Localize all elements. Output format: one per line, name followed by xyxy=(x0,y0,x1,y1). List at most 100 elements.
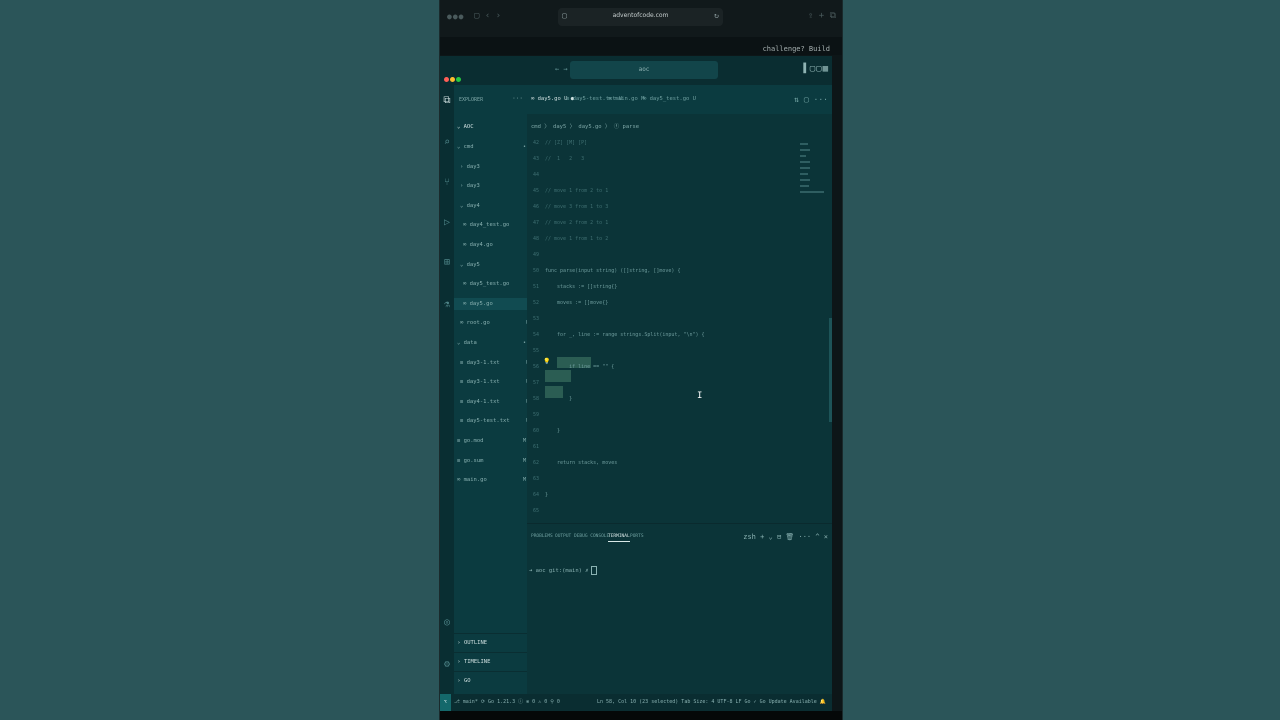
extensions-icon[interactable]: ⊞ xyxy=(442,257,452,268)
right-backdrop xyxy=(841,0,1280,720)
terminal-prompt[interactable]: ➜ aoc git:(main) ✗ xyxy=(529,566,597,575)
tree-root-label: AOC xyxy=(463,124,474,130)
browser-actions-icon[interactable]: ⇪ + ⧉ xyxy=(808,11,836,21)
tree-item[interactable]: ≡ day3-1.txtU xyxy=(454,357,533,369)
line-number: 48 xyxy=(532,236,539,242)
more-icon[interactable]: ··· xyxy=(512,95,523,102)
editor-actions-icon[interactable]: ⇅ ▢ ··· xyxy=(794,95,828,104)
line-number: 56 xyxy=(532,364,539,370)
editor-tabs: ∞ day5.go U ● ≡ day5-test.txt U ∞ main.g… xyxy=(527,85,832,114)
reload-icon[interactable]: ↻ xyxy=(714,11,719,20)
tab-problems[interactable]: PROBLEMS xyxy=(531,534,553,539)
code-editor[interactable]: 💡 42// [Z] [M] [P] 43// 1 2 3 44 45// move … xyxy=(527,138,817,516)
tree-item[interactable]: ∞ day4.goU xyxy=(454,239,536,251)
tree-item-label: day3 xyxy=(466,163,480,170)
status-left[interactable]: ⎇ main* ⟳ Go 1.21.3 ⓘ ⊗ 0 ⚠ 0 ⚲ 0 xyxy=(454,694,560,711)
tree-item[interactable]: ∞ day4_test.goU xyxy=(454,219,536,231)
timeline-section[interactable]: › TIMELINE xyxy=(454,652,527,672)
tree-item[interactable]: ⌄ data • xyxy=(454,337,530,349)
tree-item[interactable]: ∞ main.go M xyxy=(454,474,530,486)
browser-nav-icon[interactable]: ▢ ‹ › xyxy=(474,11,501,21)
editor-scrollbar[interactable] xyxy=(829,318,832,422)
editor-area: ∞ day5.go U ● ≡ day5-test.txt U ∞ main.g… xyxy=(527,85,832,695)
files-icon[interactable]: ⧉ xyxy=(442,95,452,106)
source-control-icon[interactable]: ⑂ xyxy=(442,177,452,188)
minimize-window-button[interactable] xyxy=(450,77,455,82)
tree-item-label: day4.go xyxy=(469,242,493,248)
tree-item[interactable]: ≡ go.mod M xyxy=(454,435,530,447)
mouse-cursor-icon: I xyxy=(697,391,703,401)
terminal-actions-icon[interactable]: zsh + ⌄ ⊟ 🗑 ··· ^ × xyxy=(743,533,828,541)
tree-item[interactable]: ≡ day3-1.txtU xyxy=(454,376,533,388)
account-icon[interactable]: ◎ xyxy=(442,617,452,628)
tree-item-label: day4_test.go xyxy=(469,222,510,229)
line-number: 44 xyxy=(532,172,539,178)
go-section[interactable]: › GO xyxy=(454,671,527,695)
command-center[interactable]: aoc xyxy=(570,61,718,79)
tree-item[interactable]: › day3 xyxy=(454,161,533,173)
tree-item[interactable]: ≡ go.sum M xyxy=(454,455,530,467)
tree-item-badge: M xyxy=(522,457,526,464)
tree-item-label: go.mod xyxy=(463,438,484,444)
line-number: 49 xyxy=(532,252,539,258)
remote-indicator-icon[interactable]: ⌥ xyxy=(440,694,451,711)
code-line: } xyxy=(545,492,549,498)
tree-item-badge: • xyxy=(522,340,526,346)
go-label: GO xyxy=(463,678,471,684)
terminal-cursor xyxy=(590,566,597,575)
outline-section[interactable]: › OUTLINE xyxy=(454,633,527,653)
tree-root[interactable]: ⌄ AOC xyxy=(454,121,530,133)
screen-bottom-bar xyxy=(440,711,842,720)
tab-output[interactable]: OUTPUT xyxy=(555,534,571,539)
line-number: 63 xyxy=(532,476,539,482)
line-number: 62 xyxy=(532,460,539,466)
tree-item-label: day3-1.txt xyxy=(466,379,500,386)
tree-item[interactable]: ≡ day5-test.txtU xyxy=(454,415,533,427)
tab-main-go[interactable]: ∞ main.go M xyxy=(608,96,644,102)
minimap[interactable] xyxy=(800,139,828,249)
run-debug-icon[interactable]: ▷ xyxy=(442,217,452,228)
outline-label: OUTLINE xyxy=(463,640,488,646)
code-line: // move 2 from 2 to 1 xyxy=(545,220,609,226)
tree-item[interactable]: ⌄ cmd • xyxy=(454,141,530,153)
command-center-text: aoc xyxy=(638,66,650,73)
vscode-window: ← → aoc ▌▢▢▦ ⧉ ⌕ ⑂ ▷ ⊞ ⚗ ◎ ⚙ EXPLORER ··… xyxy=(440,56,832,711)
tab-ports[interactable]: PORTS xyxy=(630,534,644,539)
nav-arrows[interactable]: ← → xyxy=(555,65,568,73)
code-line: } xyxy=(545,428,561,434)
status-right[interactable]: Ln 58, Col 10 (23 selected) Tab Size: 4 … xyxy=(597,694,826,711)
code-line: moves := []move{} xyxy=(545,300,609,306)
tree-item[interactable]: ≡ day4-1.txtU xyxy=(454,396,533,408)
tab-day5-test-go[interactable]: ∞ day5_test.go U xyxy=(643,96,696,102)
gear-icon[interactable]: ⚙ xyxy=(442,659,452,670)
url-text: adventofcode.com xyxy=(612,12,669,19)
close-window-button[interactable] xyxy=(444,77,449,82)
layout-icons[interactable]: ▌▢▢▦ xyxy=(803,64,829,74)
address-bar[interactable]: ▢ adventofcode.com ↻ xyxy=(558,8,723,26)
line-number: 52 xyxy=(532,300,539,306)
tab-day5-test-go-label: day5_test.go U xyxy=(649,96,696,102)
tree-item-label: day5-test.txt xyxy=(466,418,510,425)
code-line: // move 1 from 2 to 1 xyxy=(545,188,609,194)
tree-item[interactable]: ⌄ day4 xyxy=(454,200,533,212)
tree-item[interactable]: ∞ root.goU xyxy=(454,317,533,329)
explorer-title: EXPLORER xyxy=(459,97,484,103)
tree-item[interactable]: ∞ day5.goU xyxy=(454,297,536,310)
tab-terminal[interactable]: TERMINAL xyxy=(608,534,630,542)
tree-item[interactable]: ∞ day5_test.goU xyxy=(454,278,536,290)
tree-item-label: main.go xyxy=(463,477,487,484)
line-number: 53 xyxy=(532,316,539,322)
maximize-window-button[interactable] xyxy=(456,77,461,82)
testing-icon[interactable]: ⚗ xyxy=(442,299,452,310)
tree-item[interactable]: ⌄ day5 xyxy=(454,259,533,271)
tab-debug-console[interactable]: DEBUG CONSOLE xyxy=(574,534,609,539)
tree-item-label: go.sum xyxy=(463,457,484,464)
code-line: // move 3 from 1 to 3 xyxy=(545,204,609,210)
tree-item[interactable]: › day3 xyxy=(454,180,533,192)
page-strip-text: challenge? Build xyxy=(762,45,830,53)
line-number: 64 xyxy=(532,492,539,498)
status-bar: ⌥ ⎇ main* ⟳ Go 1.21.3 ⓘ ⊗ 0 ⚠ 0 ⚲ 0 Ln 5… xyxy=(440,694,832,711)
code-line: return stacks, moves xyxy=(545,460,618,466)
search-icon[interactable]: ⌕ xyxy=(442,137,452,148)
